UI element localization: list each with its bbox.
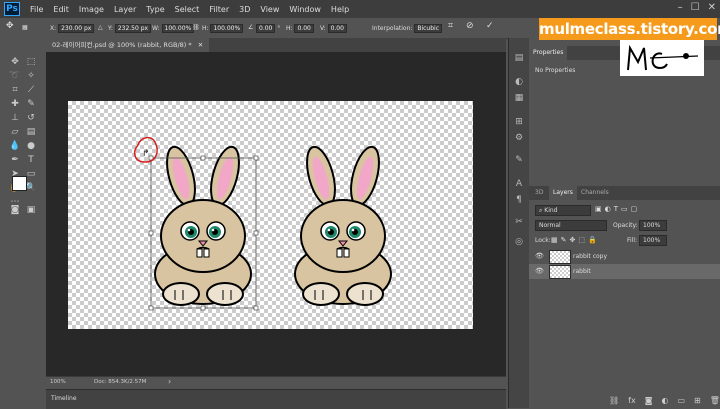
layers-tab-bar: 3D Layers Channels	[529, 186, 720, 200]
new-group-icon[interactable]: ▭	[677, 396, 685, 405]
blend-mode-select[interactable]: Normal	[535, 220, 607, 231]
fill-field[interactable]: 100%	[639, 235, 667, 246]
layer-name: rabbit copy	[573, 253, 608, 260]
signature-logo	[620, 40, 704, 76]
signature-drawing	[627, 44, 699, 71]
opacity-field[interactable]: 100%	[639, 220, 667, 231]
adjustments-panel-icon[interactable]: ⊞	[513, 116, 525, 128]
lock-icons[interactable]: ▦✎✥⬚🔒	[551, 236, 600, 244]
rabbit-layer-image[interactable]	[154, 142, 252, 306]
tool-presets-icon[interactable]: ✂	[513, 216, 525, 228]
layer-thumbnail	[549, 265, 571, 279]
cursor-icon: ↱	[142, 149, 150, 159]
tab-layers[interactable]: Layers	[549, 186, 577, 200]
layer-filter-kind-label: Kind	[544, 207, 558, 214]
layer-thumbnail	[549, 250, 571, 264]
fill-value: 100%	[643, 237, 661, 244]
panel-icon-strip: ▤ ◐ ▦ ⊞ ⚙ ✎ A ¶ ✂ ◎	[508, 38, 530, 408]
document-info: Doc: 854.3K/2.57M	[94, 379, 147, 385]
watermark-banner: mulmeclass.tistory.com	[539, 18, 720, 40]
opacity-value: 100%	[643, 222, 661, 229]
opacity-label: Opacity:	[613, 222, 638, 229]
layer-row-rabbit[interactable]: 👁 rabbit	[529, 264, 720, 279]
paragraph-panel-icon[interactable]: ¶	[513, 194, 525, 206]
tab-3d[interactable]: 3D	[531, 186, 547, 200]
visibility-eye-icon[interactable]: 👁	[535, 252, 545, 261]
add-mask-icon[interactable]: ◙	[645, 396, 653, 405]
layers-footer: ⛓ fx ◙ ◐ ▭ ⊞ 🗑	[609, 396, 720, 405]
layer-row-rabbit-copy[interactable]: 👁 rabbit copy	[529, 249, 720, 264]
timeline-panel: Timeline	[46, 389, 506, 409]
status-bar: 100% Doc: 854.3K/2.57M ›	[46, 376, 506, 389]
tab-channels[interactable]: Channels	[577, 186, 613, 200]
styles-panel-icon[interactable]: ⚙	[513, 132, 525, 144]
right-panel-dock: Properties No Properties 3D Layers Chann…	[529, 38, 720, 408]
layer-name: rabbit	[573, 268, 591, 275]
clone-source-icon[interactable]: ◎	[513, 236, 525, 248]
timeline-tab[interactable]: Timeline	[51, 395, 77, 402]
color-panel-icon[interactable]: ◐	[513, 76, 525, 88]
blend-mode-value: Normal	[539, 222, 561, 229]
status-menu-icon[interactable]: ›	[168, 377, 171, 386]
character-panel-icon[interactable]: A	[513, 178, 525, 190]
new-layer-icon[interactable]: ⊞	[694, 396, 701, 405]
fill-label: Fill:	[627, 237, 638, 244]
zoom-level[interactable]: 100%	[50, 379, 66, 385]
link-layers-icon[interactable]: ⛓	[609, 396, 619, 405]
swatches-panel-icon[interactable]: ▦	[513, 92, 525, 104]
properties-empty-text: No Properties	[535, 67, 576, 74]
history-panel-icon[interactable]: ▤	[513, 52, 525, 64]
tab-properties[interactable]: Properties	[529, 46, 568, 60]
brush-panel-icon[interactable]: ✎	[513, 154, 525, 166]
delete-layer-icon[interactable]: 🗑	[710, 396, 720, 405]
layer-style-icon[interactable]: fx	[628, 396, 636, 405]
layer-filter-kind[interactable]: ⌕ Kind	[535, 205, 591, 216]
rabbit-copy-layer-image[interactable]	[294, 142, 392, 306]
lock-label: Lock:	[535, 237, 551, 244]
adjustment-layer-icon[interactable]: ◐	[661, 396, 668, 405]
visibility-eye-icon[interactable]: 👁	[535, 267, 545, 276]
layer-filter-icons[interactable]: ▣◐T▭▢	[595, 205, 640, 213]
